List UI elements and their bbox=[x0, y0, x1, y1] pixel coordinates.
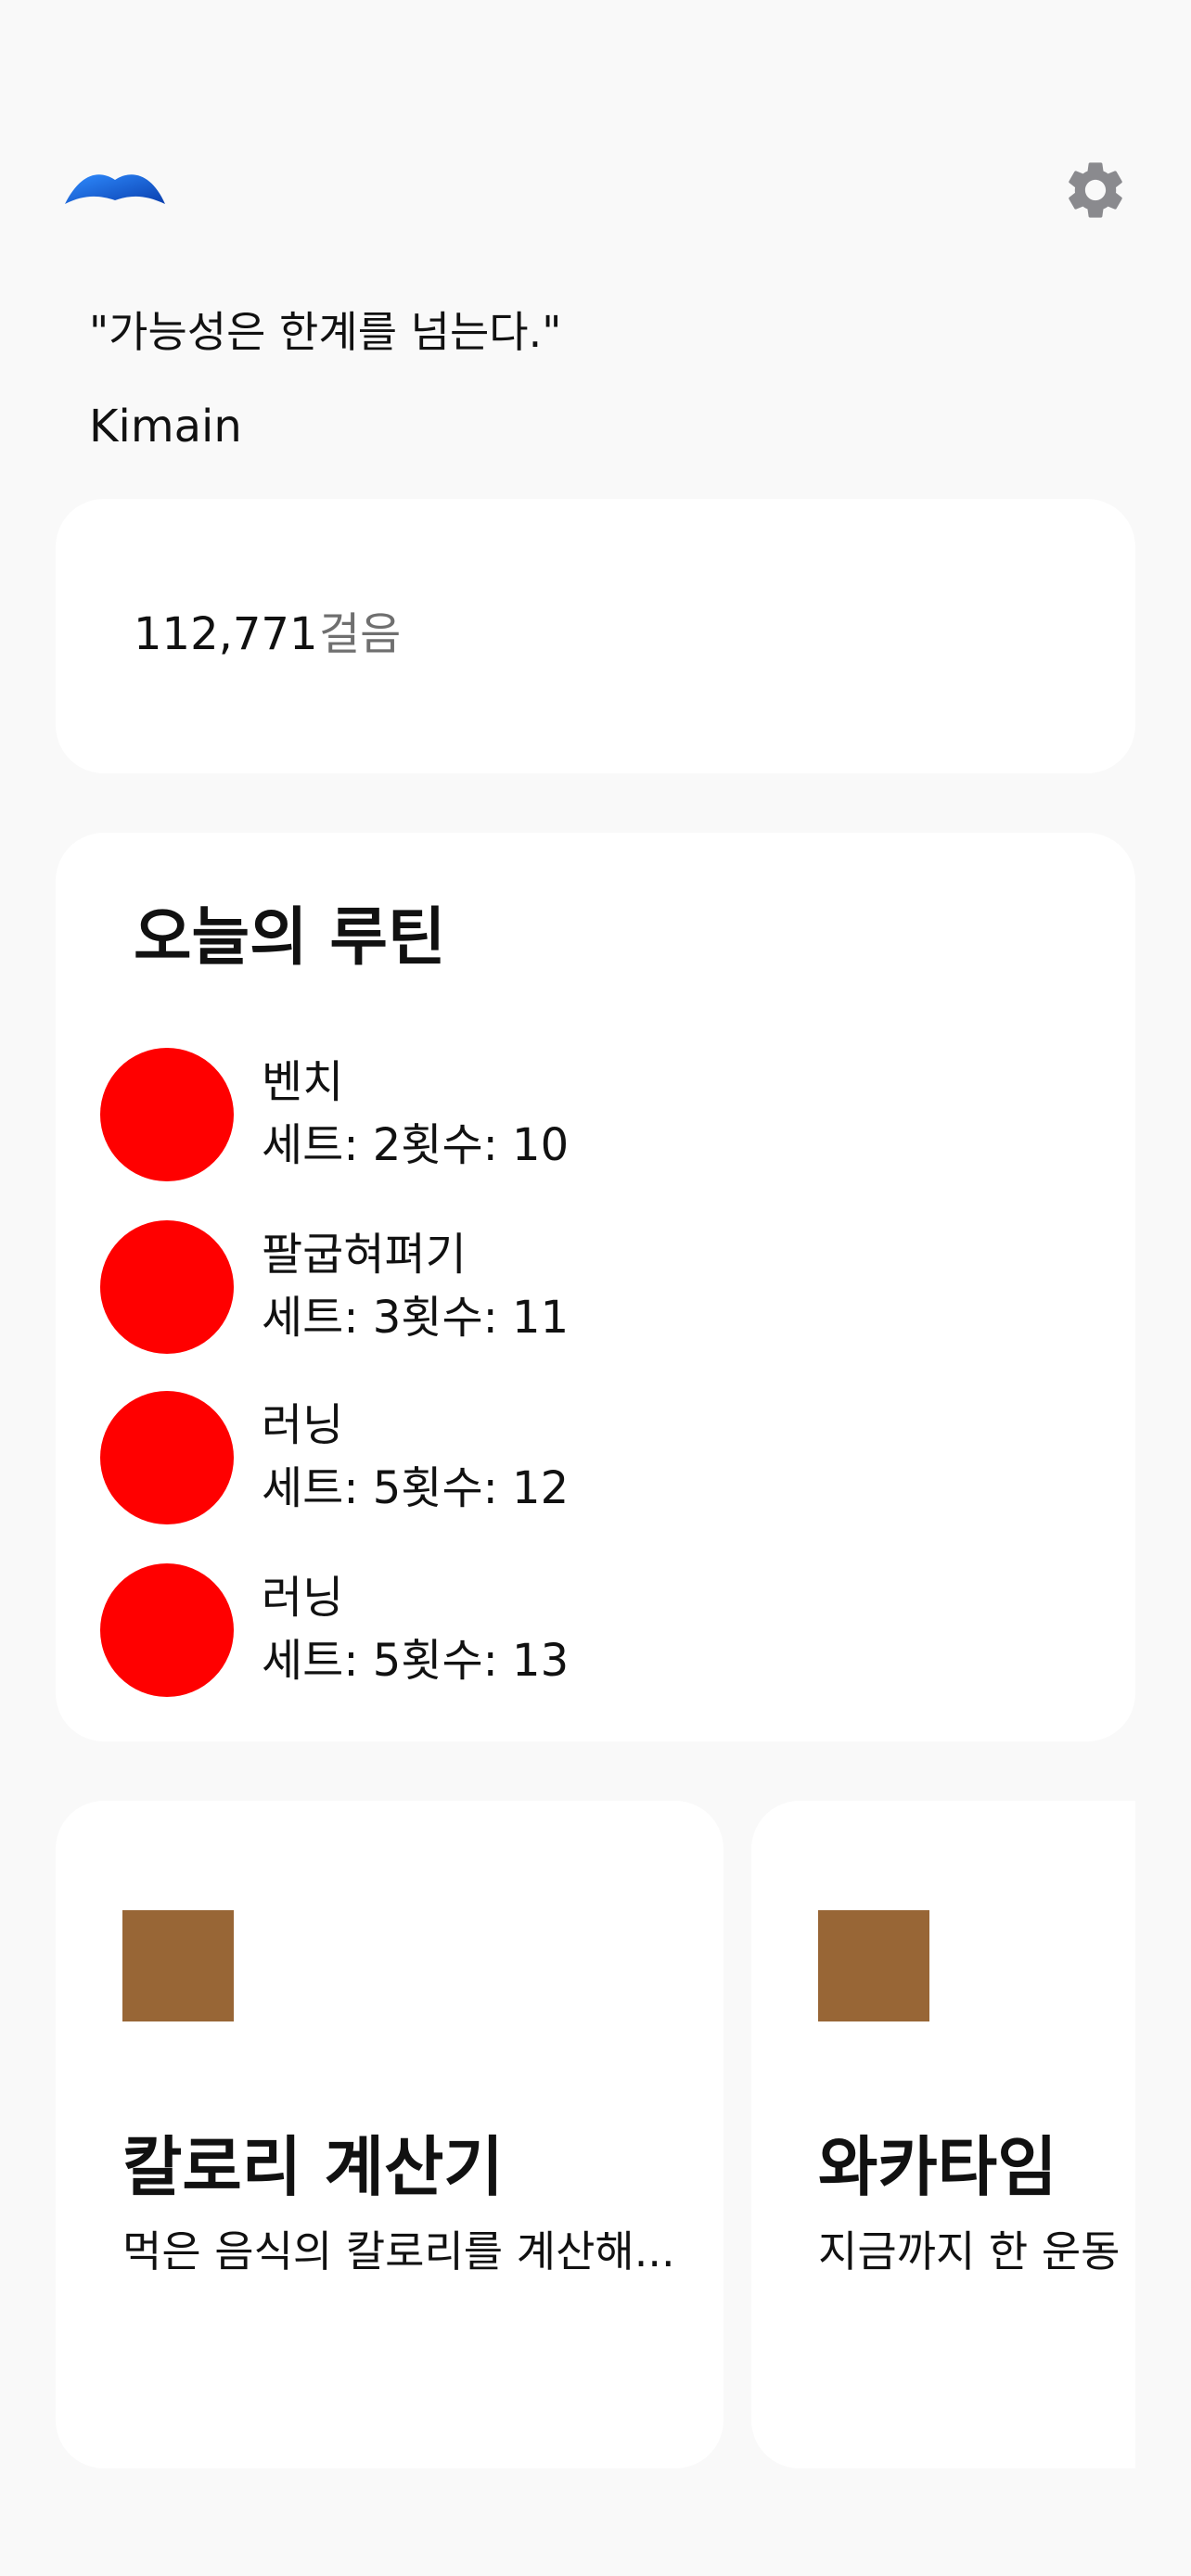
routine-item-detail: 세트: 5횟수: 12 bbox=[262, 1462, 570, 1514]
steps-card[interactable]: 112,771 걸음 bbox=[56, 499, 1135, 773]
calorie-calculator-icon bbox=[122, 1910, 234, 2021]
routine-title: 오늘의 루틴 bbox=[134, 901, 446, 975]
routine-item-detail: 세트: 2횟수: 10 bbox=[262, 1119, 570, 1171]
routine-item-detail: 세트: 3횟수: 11 bbox=[262, 1292, 570, 1344]
feature-title: 와카타임 bbox=[818, 2129, 1057, 2205]
feature-card-calorie-calculator[interactable]: 칼로리 계산기 먹은 음식의 칼로리를 계산해... bbox=[56, 1801, 724, 2468]
routine-item[interactable]: 러닝 세트: 5횟수: 13 bbox=[100, 1563, 1083, 1701]
routine-status-dot bbox=[100, 1391, 234, 1524]
routine-item-name: 벤치 bbox=[262, 1056, 344, 1108]
routine-item-name: 러닝 bbox=[262, 1399, 344, 1451]
routine-item[interactable]: 러닝 세트: 5횟수: 12 bbox=[100, 1391, 1083, 1528]
routine-status-dot bbox=[100, 1220, 234, 1354]
routine-item-name: 팔굽혀펴기 bbox=[262, 1229, 467, 1281]
routine-item[interactable]: 벤치 세트: 2횟수: 10 bbox=[100, 1048, 1083, 1185]
steps-value: 112,771 bbox=[134, 608, 318, 660]
feature-card-wakatime[interactable]: 와카타임 지금까지 한 운동 bbox=[751, 1801, 1135, 2468]
routine-card: 오늘의 루틴 벤치 세트: 2횟수: 10 팔굽혀펴기 세트: 3횟수: 11 … bbox=[56, 833, 1135, 1741]
app-logo-icon bbox=[63, 167, 167, 211]
routine-item[interactable]: 팔굽혀펴기 세트: 3횟수: 11 bbox=[100, 1220, 1083, 1358]
gear-icon[interactable] bbox=[1061, 156, 1130, 224]
feature-description: 지금까지 한 운동 bbox=[818, 2226, 1121, 2276]
routine-item-name: 러닝 bbox=[262, 1572, 344, 1624]
steps-unit: 걸음 bbox=[319, 608, 402, 660]
quote-text: "가능성은 한계를 넘는다." bbox=[89, 307, 562, 357]
wakatime-icon bbox=[818, 1910, 929, 2021]
routine-status-dot bbox=[100, 1563, 234, 1697]
routine-item-detail: 세트: 5횟수: 13 bbox=[262, 1635, 570, 1687]
feature-title: 칼로리 계산기 bbox=[122, 2129, 504, 2205]
feature-description: 먹은 음식의 칼로리를 계산해... bbox=[122, 2226, 675, 2276]
quote-author: Kimain bbox=[89, 401, 242, 453]
routine-status-dot bbox=[100, 1048, 234, 1181]
